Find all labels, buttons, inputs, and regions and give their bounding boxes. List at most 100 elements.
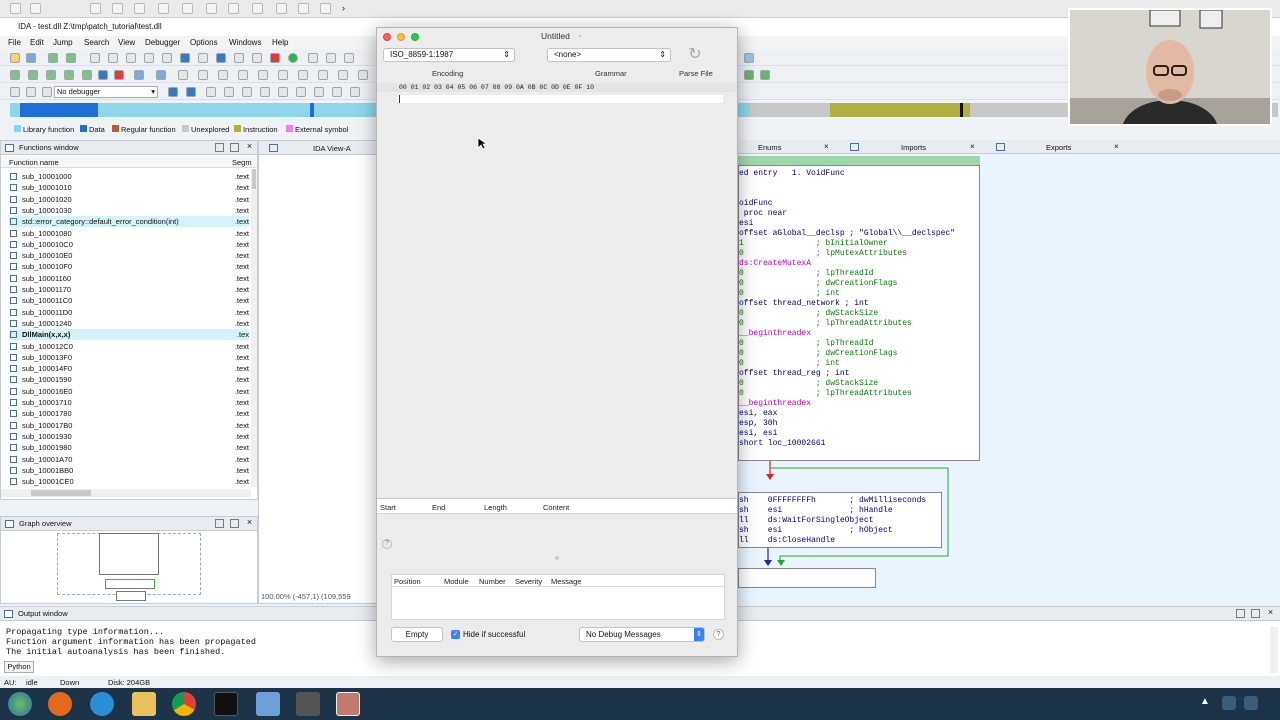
close-icon[interactable]: ×	[245, 518, 254, 528]
tool-icon[interactable]	[178, 70, 188, 80]
window-icon[interactable]	[30, 3, 41, 14]
help-icon[interactable]: ?	[382, 539, 392, 549]
tool-icon[interactable]	[162, 53, 172, 63]
col-content[interactable]: Content	[543, 503, 569, 512]
open-icon[interactable]	[10, 53, 20, 63]
col-end[interactable]: End	[432, 503, 445, 512]
asm-line[interactable]: 1 ; bInitialOwner	[739, 239, 888, 249]
asm-line[interactable]: 0 ; dwStackSize	[739, 379, 878, 389]
media-player-icon[interactable]	[48, 692, 72, 716]
asm-line[interactable]: 0 ; dwCreationFlags	[739, 349, 897, 359]
float-icon[interactable]	[230, 143, 239, 152]
print-icon[interactable]	[276, 3, 287, 14]
function-row[interactable]: sub_10001590 .text	[9, 374, 249, 385]
function-row[interactable]: sub_100012C0 .text	[9, 341, 249, 352]
menu-jump[interactable]: Jump	[53, 38, 73, 47]
download-icon[interactable]	[180, 53, 190, 63]
tools-icon[interactable]	[90, 3, 101, 14]
trash-icon[interactable]	[206, 3, 217, 14]
python-button[interactable]: Python	[4, 661, 34, 673]
minus-icon[interactable]	[216, 53, 226, 63]
function-row[interactable]: sub_10001020 .text	[9, 194, 249, 205]
asm-line[interactable]: __beginthreadex	[739, 399, 811, 409]
terminal-icon[interactable]	[214, 692, 238, 716]
menu-search[interactable]: Search	[84, 38, 109, 47]
folder-icon[interactable]	[132, 692, 156, 716]
menu-view[interactable]: View	[118, 38, 135, 47]
asm-line[interactable]: offset thread_network ; int	[739, 299, 869, 309]
add-icon[interactable]	[28, 70, 38, 80]
asm-line[interactable]: oidFunc	[739, 199, 773, 209]
function-row[interactable]: sub_10001000 .text	[9, 171, 249, 182]
function-row[interactable]: sub_10001A70 .text	[9, 454, 249, 465]
tool-icon[interactable]	[90, 53, 100, 63]
close-icon[interactable]: ×	[245, 142, 254, 152]
function-row[interactable]: sub_10001CE0 .text	[9, 476, 249, 487]
col-number[interactable]: Number	[479, 577, 506, 586]
chevron-right-icon[interactable]: ›	[342, 3, 353, 14]
tool-icon[interactable]	[108, 53, 118, 63]
tool-icon[interactable]	[338, 70, 348, 80]
add-icon[interactable]	[64, 70, 74, 80]
pause-icon[interactable]	[10, 3, 21, 14]
list-icon[interactable]	[156, 70, 166, 80]
functions-vscrollbar[interactable]	[251, 169, 257, 487]
col-length[interactable]: Length	[484, 503, 507, 512]
ida-view-tab[interactable]: IDA View-A	[259, 141, 377, 155]
start-icon[interactable]	[8, 692, 32, 716]
col-function-name[interactable]: Function name	[9, 158, 59, 167]
stop-icon[interactable]	[270, 53, 280, 63]
function-row[interactable]: sub_10001930 .text	[9, 431, 249, 442]
function-row[interactable]: DllMain(x,x,x) .tex	[9, 329, 249, 341]
menu-debugger[interactable]: Debugger	[145, 38, 180, 47]
close-icon[interactable]: ×	[824, 142, 829, 151]
step-icon[interactable]	[260, 87, 270, 97]
function-row[interactable]: sub_10001780 .text	[9, 408, 249, 419]
settings-icon[interactable]	[298, 3, 309, 14]
menu-edit[interactable]: Edit	[30, 38, 44, 47]
empty-button[interactable]: Empty	[391, 627, 443, 642]
asm-line[interactable]: 0 ; int	[739, 359, 840, 369]
float-icon[interactable]	[230, 519, 239, 528]
function-row[interactable]: sub_100017B0 .text	[9, 420, 249, 431]
tool-icon[interactable]	[144, 53, 154, 63]
close-icon[interactable]: ×	[1266, 608, 1275, 618]
stop-icon[interactable]	[42, 87, 52, 97]
function-row[interactable]: sub_10001BB0 .text	[9, 465, 249, 476]
encoding-select[interactable]: ISO_8859-1:1987 ⇕	[383, 48, 515, 62]
delete-icon[interactable]	[114, 70, 124, 80]
asm-node-main[interactable]: ed entry 1. VoidFunc oidFunc proc near esi…	[738, 165, 980, 461]
asm-line[interactable]: ll ds:CloseHandle	[739, 536, 835, 546]
asm-line[interactable]: 0 ; lpThreadId	[739, 269, 873, 279]
asm-node-bottom[interactable]	[738, 568, 876, 588]
function-row[interactable]: sub_10001170 .text	[9, 284, 249, 295]
step-icon[interactable]	[350, 87, 360, 97]
asm-line[interactable]: 0 ; dwCreationFlags	[739, 279, 897, 289]
camera-icon[interactable]	[252, 3, 263, 14]
output-scrollbar[interactable]	[1270, 627, 1278, 673]
menu-help[interactable]: Help	[272, 38, 288, 47]
tool-icon[interactable]	[234, 53, 244, 63]
tool-icon[interactable]	[252, 53, 262, 63]
hex-first-row[interactable]	[397, 95, 723, 103]
asm-line[interactable]: sh 0FFFFFFFFh ; dwMilliseconds	[739, 496, 926, 506]
step-icon[interactable]	[168, 87, 178, 97]
disk-icon[interactable]	[158, 3, 169, 14]
tool-icon[interactable]	[326, 53, 336, 63]
headset-icon[interactable]	[228, 3, 239, 14]
pause-icon[interactable]	[26, 87, 36, 97]
scroll-thumb[interactable]	[31, 490, 91, 496]
resize-icon[interactable]	[112, 3, 123, 14]
menu-file[interactable]: File	[8, 38, 21, 47]
function-row[interactable]: sub_10001160 .text	[9, 273, 249, 284]
resize-horizontal-icon[interactable]	[134, 3, 145, 14]
tool-icon[interactable]	[126, 53, 136, 63]
debug-level-select[interactable]: No Debug Messages ⇕	[579, 627, 705, 642]
tool-icon[interactable]	[278, 70, 288, 80]
step-icon[interactable]	[278, 87, 288, 97]
asm-line[interactable]: 0 ; int	[739, 289, 840, 299]
zoom-window-button[interactable]	[411, 33, 419, 41]
step-icon[interactable]	[206, 87, 216, 97]
volume-icon[interactable]	[1244, 696, 1258, 710]
function-row[interactable]: sub_100011D0 .text	[9, 307, 249, 318]
